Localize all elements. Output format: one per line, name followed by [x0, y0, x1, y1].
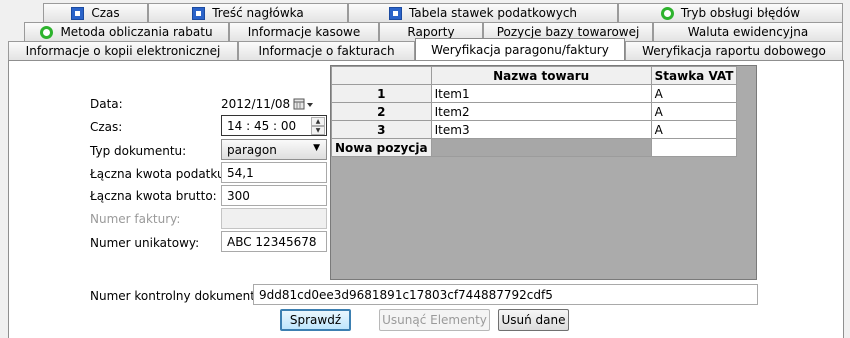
- control-number-input[interactable]: 9dd81cd0ee3d9681891c17803cf744887792cdf5: [253, 284, 758, 305]
- item-name-cell[interactable]: Item1: [430, 84, 652, 103]
- date-value: 2012/11/08: [221, 96, 291, 111]
- clear-data-label: Usuń dane: [501, 313, 566, 327]
- tab-label: Weryfikacja raportu dobowego: [642, 44, 826, 58]
- tab-label: Tabela stawek podatkowych: [408, 6, 578, 20]
- row-number[interactable]: 1: [331, 84, 432, 103]
- spin-up-icon[interactable]: ▲: [311, 117, 325, 126]
- items-table: Nazwa towaru Stawka VAT 1 Item1 A 2 Item…: [331, 66, 738, 157]
- item-name-cell[interactable]: Item3: [430, 120, 652, 139]
- document-type-value: paragon: [227, 142, 277, 157]
- tab-label: Czas: [91, 6, 120, 20]
- gross-amount-value: 300: [227, 188, 250, 203]
- unique-number-input[interactable]: ABC 12345678: [221, 231, 327, 252]
- vat-cell[interactable]: A: [650, 102, 738, 121]
- tab-label: Informacje o fakturach: [258, 44, 395, 58]
- square-icon: [71, 6, 85, 20]
- items-grid: Nazwa towaru Stawka VAT 1 Item1 A 2 Item…: [330, 65, 757, 280]
- numer-kontrolny-label: Numer kontrolny dokumentu:: [90, 289, 267, 303]
- kwota-podatku-label: Łączna kwota podatku:: [90, 167, 229, 181]
- unique-number-value: ABC 12345678: [227, 234, 317, 249]
- control-number-value: 9dd81cd0ee3d9681891c17803cf744887792cdf5: [259, 287, 553, 302]
- tab-label: Informacje kasowe: [247, 25, 361, 39]
- row-header-corner: [331, 66, 432, 85]
- circle-icon: [40, 25, 54, 39]
- circle-icon: [660, 6, 674, 20]
- check-button[interactable]: Sprawdź: [280, 309, 351, 331]
- data-label: Data:: [90, 97, 123, 111]
- vat-cell[interactable]: A: [650, 120, 738, 139]
- square-icon: [192, 6, 206, 20]
- tab-waluta[interactable]: Waluta ewidencyjna: [653, 22, 843, 41]
- vat-cell[interactable]: A: [650, 84, 738, 103]
- item-name-cell[interactable]: Item2: [430, 102, 652, 121]
- column-header-nazwa[interactable]: Nazwa towaru: [430, 66, 652, 85]
- time-spinner[interactable]: ▲ ▼: [311, 117, 325, 135]
- new-item-name-cell[interactable]: [430, 138, 652, 157]
- tab-label: Raporty: [407, 25, 455, 39]
- tax-amount-input[interactable]: 54,1: [221, 162, 327, 183]
- czas-label: Czas:: [90, 120, 123, 134]
- remove-items-button: Usunąć Elementy: [379, 309, 490, 331]
- tab-label: Treść nagłówka: [212, 6, 304, 20]
- document-type-select[interactable]: paragon ▼: [221, 139, 327, 160]
- time-value: 14 : 45 : 00: [227, 118, 297, 133]
- calendar-dropdown-icon[interactable]: [293, 98, 315, 110]
- tab-label: Informacje o kopii elektronicznej: [25, 44, 221, 58]
- tab-label: Pozycje bazy towarowej: [496, 25, 640, 39]
- row-number[interactable]: 3: [331, 120, 432, 139]
- time-input[interactable]: 14 : 45 : 00 ▲ ▼: [221, 115, 327, 136]
- invoice-number-input: [221, 208, 327, 229]
- tab-label: Waluta ewidencyjna: [687, 25, 809, 39]
- tab-czas[interactable]: Czas: [43, 3, 148, 22]
- table-row[interactable]: 2 Item2 A: [331, 102, 738, 121]
- tab-weryfikacja-paragonu[interactable]: Weryfikacja paragonu/faktury: [415, 38, 625, 60]
- new-vat-cell[interactable]: [650, 138, 738, 157]
- column-header-stawka[interactable]: Stawka VAT: [650, 66, 738, 85]
- kwota-brutto-label: Łączna kwota brutto:: [90, 189, 217, 203]
- tab-tabela-stawek[interactable]: Tabela stawek podatkowych: [348, 3, 618, 22]
- tab-informacje-o-fakturach[interactable]: Informacje o fakturach: [238, 41, 415, 60]
- table-row[interactable]: 3 Item3 A: [331, 120, 738, 139]
- tab-metoda-rabatu[interactable]: Metoda obliczania rabatu: [24, 22, 229, 41]
- tab-tryb-obslugi-bledow[interactable]: Tryb obsługi błędów: [618, 3, 843, 22]
- clear-data-button[interactable]: Usuń dane: [498, 309, 569, 331]
- square-icon: [388, 6, 402, 20]
- row-number[interactable]: 2: [331, 102, 432, 121]
- tab-row-3: Informacje o kopii elektronicznej Inform…: [0, 38, 850, 60]
- tab-label: Weryfikacja paragonu/faktury: [431, 42, 609, 57]
- tax-amount-value: 54,1: [227, 165, 254, 180]
- table-header-row: Nazwa towaru Stawka VAT: [331, 66, 738, 85]
- check-button-label: Sprawdź: [289, 313, 342, 327]
- table-row[interactable]: 1 Item1 A: [331, 84, 738, 103]
- remove-items-label: Usunąć Elementy: [382, 313, 487, 327]
- typ-dokumentu-label: Typ dokumentu:: [90, 144, 187, 158]
- new-row[interactable]: Nowa pozycja: [331, 138, 738, 157]
- gross-amount-input[interactable]: 300: [221, 185, 327, 206]
- tab-informacje-kasowe[interactable]: Informacje kasowe: [229, 22, 379, 41]
- tab-tresc-naglowka[interactable]: Treść nagłówka: [148, 3, 348, 22]
- date-picker[interactable]: 2012/11/08: [221, 93, 327, 114]
- tab-label: Tryb obsługi błędów: [680, 6, 801, 20]
- tab-kopia-elektroniczna[interactable]: Informacje o kopii elektronicznej: [8, 41, 238, 60]
- new-row-label[interactable]: Nowa pozycja: [331, 138, 432, 157]
- numer-faktury-label: Numer faktury:: [90, 212, 181, 226]
- spin-down-icon[interactable]: ▼: [311, 126, 325, 135]
- tab-label: Metoda obliczania rabatu: [60, 25, 213, 39]
- chevron-down-icon: ▼: [313, 143, 320, 153]
- numer-unikatowy-label: Numer unikatowy:: [90, 236, 200, 250]
- tab-row-1: Czas Treść nagłówka Tabela stawek podatk…: [0, 3, 850, 22]
- tab-weryfikacja-raportu[interactable]: Weryfikacja raportu dobowego: [625, 41, 843, 60]
